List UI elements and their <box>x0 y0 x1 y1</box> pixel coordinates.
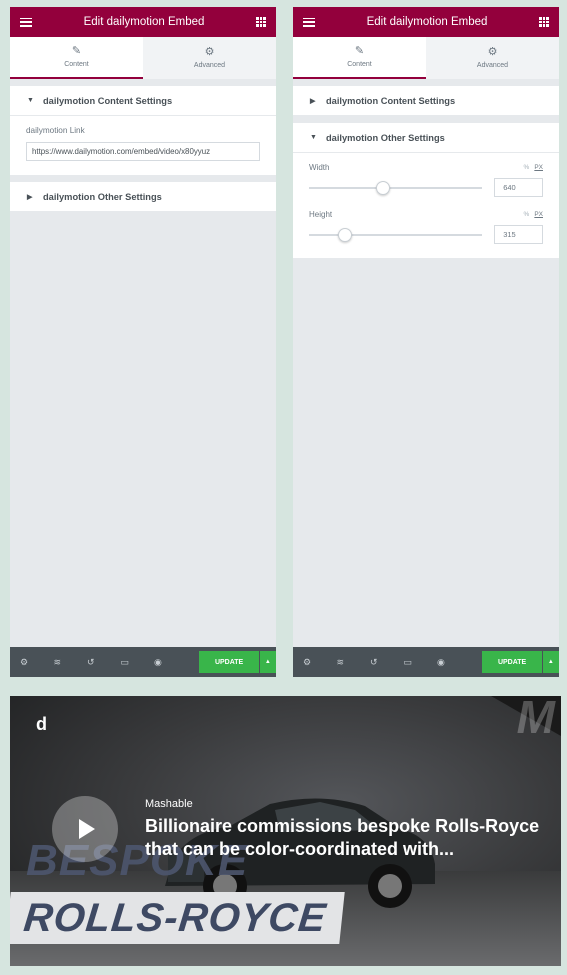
settings-icon[interactable]: ⚙ <box>303 657 336 667</box>
width-input[interactable]: 640 <box>494 178 543 197</box>
pencil-icon: ✎ <box>354 45 365 57</box>
pencil-icon: ✎ <box>71 45 82 57</box>
height-slider-handle[interactable] <box>338 227 353 242</box>
dailymotion-logo[interactable]: d <box>36 714 47 735</box>
section-other-settings[interactable]: ▶ dailymotion Other Settings <box>10 182 276 212</box>
responsive-icon[interactable]: ▭ <box>120 657 153 667</box>
mashable-watermark: M <box>516 696 555 743</box>
video-source[interactable]: Mashable <box>145 798 545 810</box>
responsive-icon[interactable]: ▭ <box>403 657 436 667</box>
width-slider-handle[interactable] <box>376 180 391 195</box>
section-title: dailymotion Other Settings <box>43 191 162 202</box>
tab-content[interactable]: ✎ Content <box>10 37 143 79</box>
panel-title: Edit dailymotion Embed <box>83 16 205 28</box>
settings-icon[interactable]: ⚙ <box>20 657 53 667</box>
section-content-settings[interactable]: ▶ dailymotion Content Settings <box>293 86 559 116</box>
gear-icon: ⚙ <box>487 46 498 58</box>
section-title: dailymotion Content Settings <box>43 95 173 106</box>
link-input[interactable]: https://www.dailymotion.com/embed/video/… <box>26 142 260 161</box>
tab-label: Content <box>64 61 89 68</box>
overlay-text-rolls-royce: ROLLS-ROYCE <box>10 892 345 944</box>
caret-right-icon: ▶ <box>27 193 33 201</box>
height-input[interactable]: 315 <box>494 225 543 244</box>
caret-right-icon: ▶ <box>310 97 316 105</box>
unit-px[interactable]: PX <box>534 164 543 171</box>
history-icon[interactable]: ↺ <box>370 657 403 667</box>
panel-tabs: ✎ Content ⚙ Advanced <box>293 37 559 79</box>
caret-down-icon: ▼ <box>27 97 34 104</box>
tab-advanced[interactable]: ⚙ Advanced <box>143 37 276 79</box>
panel-header: Edit dailymotion Embed <box>10 7 276 37</box>
panel-title: Edit dailymotion Embed <box>366 16 488 28</box>
history-icon[interactable]: ↺ <box>87 657 120 667</box>
unit-switcher: % PX <box>524 211 543 218</box>
widgets-grid-icon[interactable] <box>539 17 549 27</box>
section-other-settings[interactable]: ▼ dailymotion Other Settings <box>293 123 559 153</box>
layers-icon[interactable]: ≋ <box>336 657 369 667</box>
tab-label: Advanced <box>476 62 509 69</box>
hamburger-menu-icon[interactable] <box>303 17 315 27</box>
height-slider[interactable] <box>309 227 483 242</box>
video-info: Mashable Billionaire commissions bespoke… <box>145 798 545 861</box>
panel-tabs: ✎ Content ⚙ Advanced <box>10 37 276 79</box>
hamburger-menu-icon[interactable] <box>20 17 32 27</box>
gear-icon: ⚙ <box>204 46 215 58</box>
height-label: Height <box>309 210 333 219</box>
width-slider-row: 640 <box>309 178 543 197</box>
section-body: Width % PX 640 Height % PX 315 <box>293 153 559 258</box>
section-title: dailymotion Other Settings <box>326 132 445 143</box>
update-button[interactable]: UPDATE <box>482 651 542 673</box>
eye-icon[interactable]: ◉ <box>437 657 470 667</box>
panel-footer: ⚙ ≋ ↺ ▭ ◉ UPDATE ▲ <box>293 647 559 677</box>
editor-panel-other: Edit dailymotion Embed ✎ Content ⚙ Advan… <box>293 7 559 677</box>
link-label: dailymotion Link <box>26 126 85 135</box>
dailymotion-video-player[interactable]: M d BESPOKE ROLLS-ROYCE Mashable Billion… <box>10 696 561 966</box>
width-label: Width <box>309 163 330 172</box>
tab-label: Content <box>347 61 372 68</box>
width-control-header: Width % PX <box>309 163 543 172</box>
tab-content[interactable]: ✎ Content <box>293 37 426 79</box>
caret-down-icon: ▼ <box>310 134 317 141</box>
section-title: dailymotion Content Settings <box>326 95 456 106</box>
panel-header: Edit dailymotion Embed <box>293 7 559 37</box>
height-control-header: Height % PX <box>309 210 543 219</box>
update-options-button[interactable]: ▲ <box>259 651 276 673</box>
tab-label: Advanced <box>193 62 226 69</box>
unit-px[interactable]: PX <box>534 211 543 218</box>
section-content-settings[interactable]: ▼ dailymotion Content Settings <box>10 86 276 116</box>
height-slider-row: 315 <box>309 225 543 244</box>
video-title[interactable]: Billionaire commissions bespoke Rolls-Ro… <box>145 815 545 861</box>
play-button-icon[interactable] <box>52 796 118 862</box>
tab-advanced[interactable]: ⚙ Advanced <box>426 37 559 79</box>
section-body: dailymotion Link https://www.dailymotion… <box>10 116 276 175</box>
unit-switcher: % PX <box>524 164 543 171</box>
width-slider[interactable] <box>309 180 483 195</box>
widgets-grid-icon[interactable] <box>256 17 266 27</box>
unit-percent[interactable]: % <box>524 164 530 171</box>
eye-icon[interactable]: ◉ <box>154 657 187 667</box>
layers-icon[interactable]: ≋ <box>53 657 86 667</box>
unit-percent[interactable]: % <box>524 211 530 218</box>
update-options-button[interactable]: ▲ <box>542 651 559 673</box>
panel-footer: ⚙ ≋ ↺ ▭ ◉ UPDATE ▲ <box>10 647 276 677</box>
editor-panel-content: Edit dailymotion Embed ✎ Content ⚙ Advan… <box>10 7 276 677</box>
update-button[interactable]: UPDATE <box>199 651 259 673</box>
